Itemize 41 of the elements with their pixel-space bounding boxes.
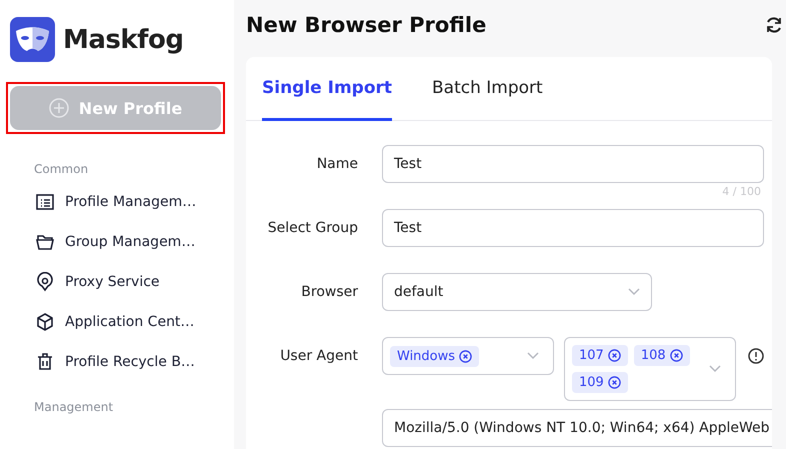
plus-circle-icon	[48, 98, 69, 118]
mask-logo-icon	[10, 17, 55, 62]
tag: Windows	[390, 346, 480, 366]
chevron-down-icon	[527, 352, 539, 360]
sidebar-item[interactable]: Group Managem…	[0, 222, 234, 262]
tab[interactable]: Batch Import	[432, 57, 543, 121]
sidebar-item[interactable]: Proxy Service	[0, 262, 234, 302]
list-icon	[35, 192, 55, 212]
location-pin-icon	[35, 272, 55, 292]
remove-tag-icon[interactable]	[459, 350, 472, 362]
section-title: Management	[33, 399, 114, 416]
sidebar-item[interactable]: Application Cent…	[0, 302, 234, 342]
remove-tag-icon[interactable]	[670, 349, 683, 362]
tab[interactable]: Single Import	[262, 57, 392, 121]
user-agent-field[interactable]: Mozilla/5.0 (Windows NT 10.0; Win64; x64) AppleWeb	[382, 409, 772, 447]
field-label: Browser	[300, 283, 358, 302]
field-label: Name	[316, 155, 358, 174]
chevron-down-icon	[709, 365, 721, 373]
remove-tag-icon[interactable]	[608, 376, 621, 389]
tag: 109	[572, 372, 628, 393]
name-field[interactable]: Test	[382, 145, 764, 183]
group-field[interactable]: Test	[382, 209, 764, 247]
field-label: Select Group	[266, 219, 358, 238]
page-title: New Browser Profile	[246, 13, 486, 37]
remove-tag-icon[interactable]	[608, 349, 621, 362]
browser-select[interactable]: default	[382, 273, 652, 311]
trash-icon	[35, 352, 55, 372]
version-select[interactable]: 107 108 109	[564, 337, 736, 401]
section-title: Common	[33, 161, 90, 178]
cube-icon	[35, 312, 55, 332]
chevron-down-icon	[628, 288, 640, 296]
folder-icon	[35, 232, 55, 252]
tag: 107	[572, 345, 628, 366]
brand-name: Maskfog	[63, 24, 184, 54]
info-icon[interactable]	[748, 348, 764, 364]
sidebar-item[interactable]: Profile Managem…	[0, 182, 234, 222]
os-select[interactable]: Windows	[382, 337, 554, 375]
tag: 108	[634, 345, 690, 366]
sidebar-item[interactable]: Profile Recycle B…	[0, 342, 234, 382]
refresh-icon[interactable]	[764, 15, 784, 35]
field-label: User Agent	[279, 347, 358, 366]
